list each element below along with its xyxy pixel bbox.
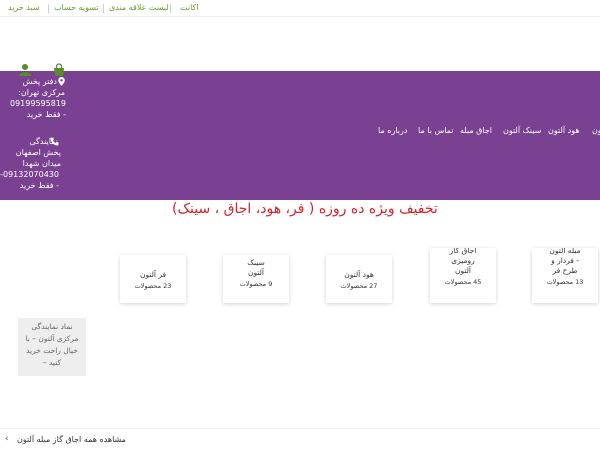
- agency-line: مرکزی آلتون – با: [25, 334, 79, 343]
- promo-text: تخفیف ویژه ده روزه ( فر، هود، اجاق ، سین…: [172, 201, 438, 217]
- top-utility-bar: اکانت لیست علاقه مندی تسویه حساب سبد خری…: [0, 0, 600, 17]
- nav-item-furnished-stove[interactable]: اجاق مبله: [460, 126, 492, 135]
- category-title: رومیزی: [451, 256, 475, 265]
- nav-item-about[interactable]: درباره ما: [378, 126, 407, 135]
- category-title: طرح فر: [552, 266, 578, 275]
- tehran-contact: دفتر پخش مرکزی تهران: 09199595819 - فقط …: [0, 76, 75, 120]
- category-title: آلتون: [454, 266, 471, 275]
- isfahan-contact: نمایندگی پخش اصفهان میدان شهدا 091320704…: [0, 136, 75, 191]
- category-card-oven[interactable]: فر آلتون 23 محصولات: [120, 255, 186, 303]
- category-count: 9 محصولات: [239, 280, 273, 288]
- tehran-line-2: مرکزی تهران:: [18, 88, 65, 97]
- category-title: مبله آلتون: [549, 248, 581, 255]
- category-card-sink[interactable]: سینک آلتون 9 محصولات: [223, 255, 289, 303]
- chevron-left-icon: ‹: [5, 434, 9, 444]
- nav-item-sink[interactable]: سینک آلتون: [503, 126, 541, 135]
- topbar-separator: [170, 4, 171, 13]
- tehran-line-4: - فقط خرید: [26, 110, 66, 119]
- category-title: - فردار و: [551, 256, 579, 265]
- view-all-link[interactable]: مشاهده همه اجاق گاز مبله آلتون: [17, 435, 126, 444]
- isfahan-line-2: پخش اصفهان: [15, 148, 61, 157]
- isfahan-line-3: میدان شهدا: [22, 159, 61, 168]
- cart-link[interactable]: سبد خرید: [8, 3, 40, 12]
- tehran-phone[interactable]: 09199595819: [0, 98, 75, 109]
- nav-item-contact[interactable]: تماس با ما: [418, 126, 454, 135]
- view-all-bar[interactable]: ‹ مشاهده همه اجاق گاز مبله آلتون: [0, 428, 600, 450]
- agency-badge-box[interactable]: نماد نمایندگی مرکزی آلتون – با خیال راحت…: [18, 318, 86, 376]
- topbar-separator: [48, 4, 49, 13]
- category-title: اجاق گاز: [449, 248, 477, 255]
- wishlist-link[interactable]: لیست علاقه مندی: [109, 3, 169, 12]
- category-card-hood[interactable]: هود آلتون 27 محصولات: [326, 255, 392, 303]
- category-count: 45 محصولات: [444, 278, 482, 286]
- category-count: 23 محصولات: [134, 282, 172, 290]
- isfahan-line-5: - فقط خرید: [19, 181, 59, 190]
- nav-item-clipped[interactable]: ون: [592, 126, 600, 135]
- category-title: سینک: [247, 258, 265, 267]
- category-count: 27 محصولات: [340, 282, 378, 290]
- category-card-tabletop-stove[interactable]: اجاق گاز رومیزی آلتون 45 محصولات: [430, 248, 496, 303]
- category-title: هود آلتون: [344, 270, 374, 279]
- category-card-furnished[interactable]: مبله آلتون - فردار و طرح فر 13 محصولات: [532, 248, 598, 303]
- agency-line: نماد نمایندگی: [31, 322, 73, 331]
- agency-line: خیال راحت خرید: [26, 346, 78, 355]
- isfahan-phone[interactable]: 09132070430-: [0, 169, 75, 180]
- account-link[interactable]: اکانت: [180, 3, 199, 12]
- category-count: 13 محصولات: [546, 278, 584, 286]
- agency-line: کنید –: [42, 358, 62, 367]
- nav-item-hood[interactable]: هود آلتون: [548, 126, 580, 135]
- user-icon[interactable]: [18, 62, 32, 76]
- category-title: آلتون: [247, 268, 264, 277]
- location-pin-icon: [58, 77, 65, 86]
- topbar-separator: [103, 4, 104, 13]
- checkout-link[interactable]: تسویه حساب: [54, 3, 99, 12]
- main-nav: ون هود آلتون سینک آلتون اجاق مبله تماس ب…: [0, 126, 600, 144]
- category-title: فر آلتون: [139, 270, 167, 279]
- shopping-bag-icon[interactable]: [52, 62, 66, 76]
